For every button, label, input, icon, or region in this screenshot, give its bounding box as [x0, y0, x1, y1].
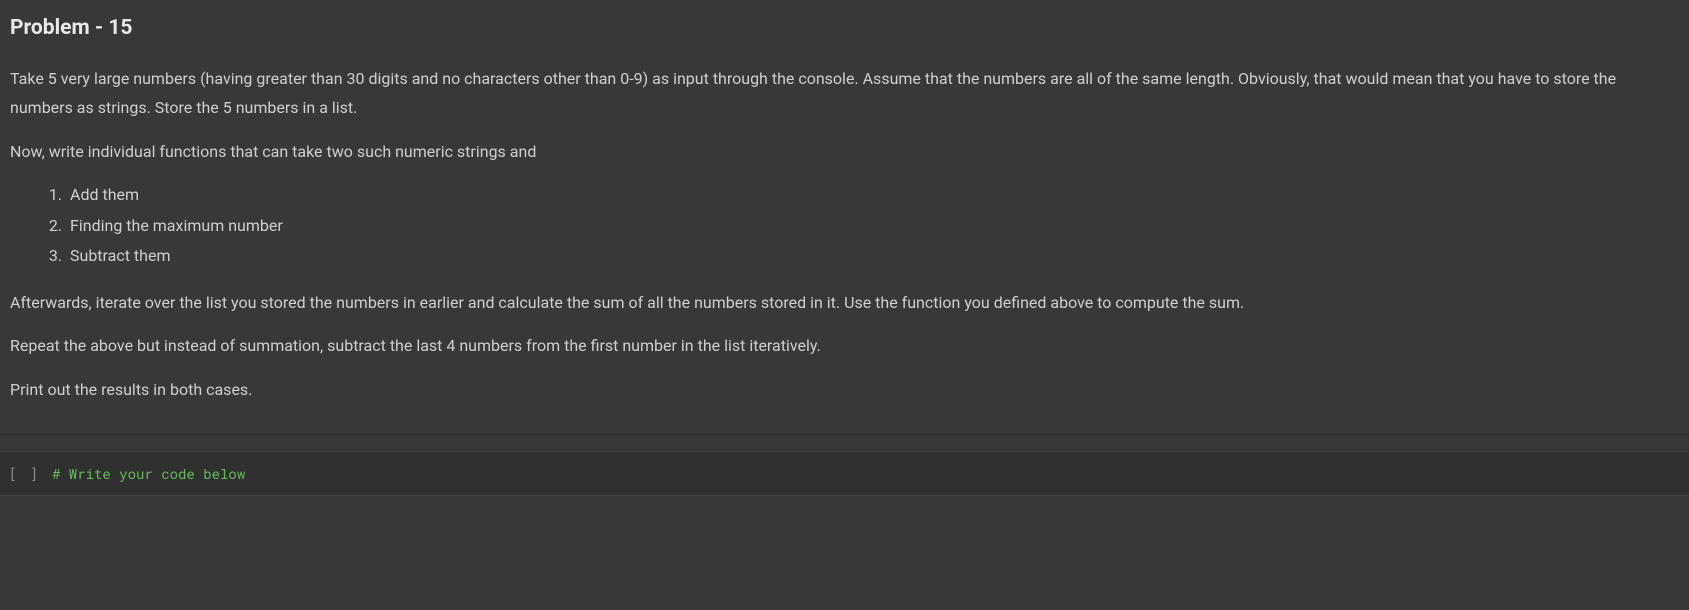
- list-item: Finding the maximum number: [66, 211, 1679, 241]
- code-cell[interactable]: [ ] # Write your code below: [0, 451, 1689, 496]
- problem-paragraph-1: Take 5 very large numbers (having greate…: [10, 64, 1679, 123]
- code-comment: # Write your code below: [52, 464, 245, 483]
- problem-paragraph-4: Repeat the above but instead of summatio…: [10, 331, 1679, 361]
- problem-heading: Problem - 15: [10, 12, 1679, 46]
- list-item: Add them: [66, 180, 1679, 210]
- execution-count[interactable]: [ ]: [0, 464, 48, 483]
- problem-paragraph-3: Afterwards, iterate over the list you st…: [10, 288, 1679, 318]
- code-editor[interactable]: # Write your code below: [48, 464, 1689, 483]
- problem-paragraph-5: Print out the results in both cases.: [10, 375, 1679, 405]
- markdown-cell: Problem - 15 Take 5 very large numbers (…: [0, 0, 1689, 435]
- problem-paragraph-2: Now, write individual functions that can…: [10, 137, 1679, 167]
- problem-requirements-list: Add them Finding the maximum number Subt…: [66, 180, 1679, 271]
- list-item: Subtract them: [66, 241, 1679, 271]
